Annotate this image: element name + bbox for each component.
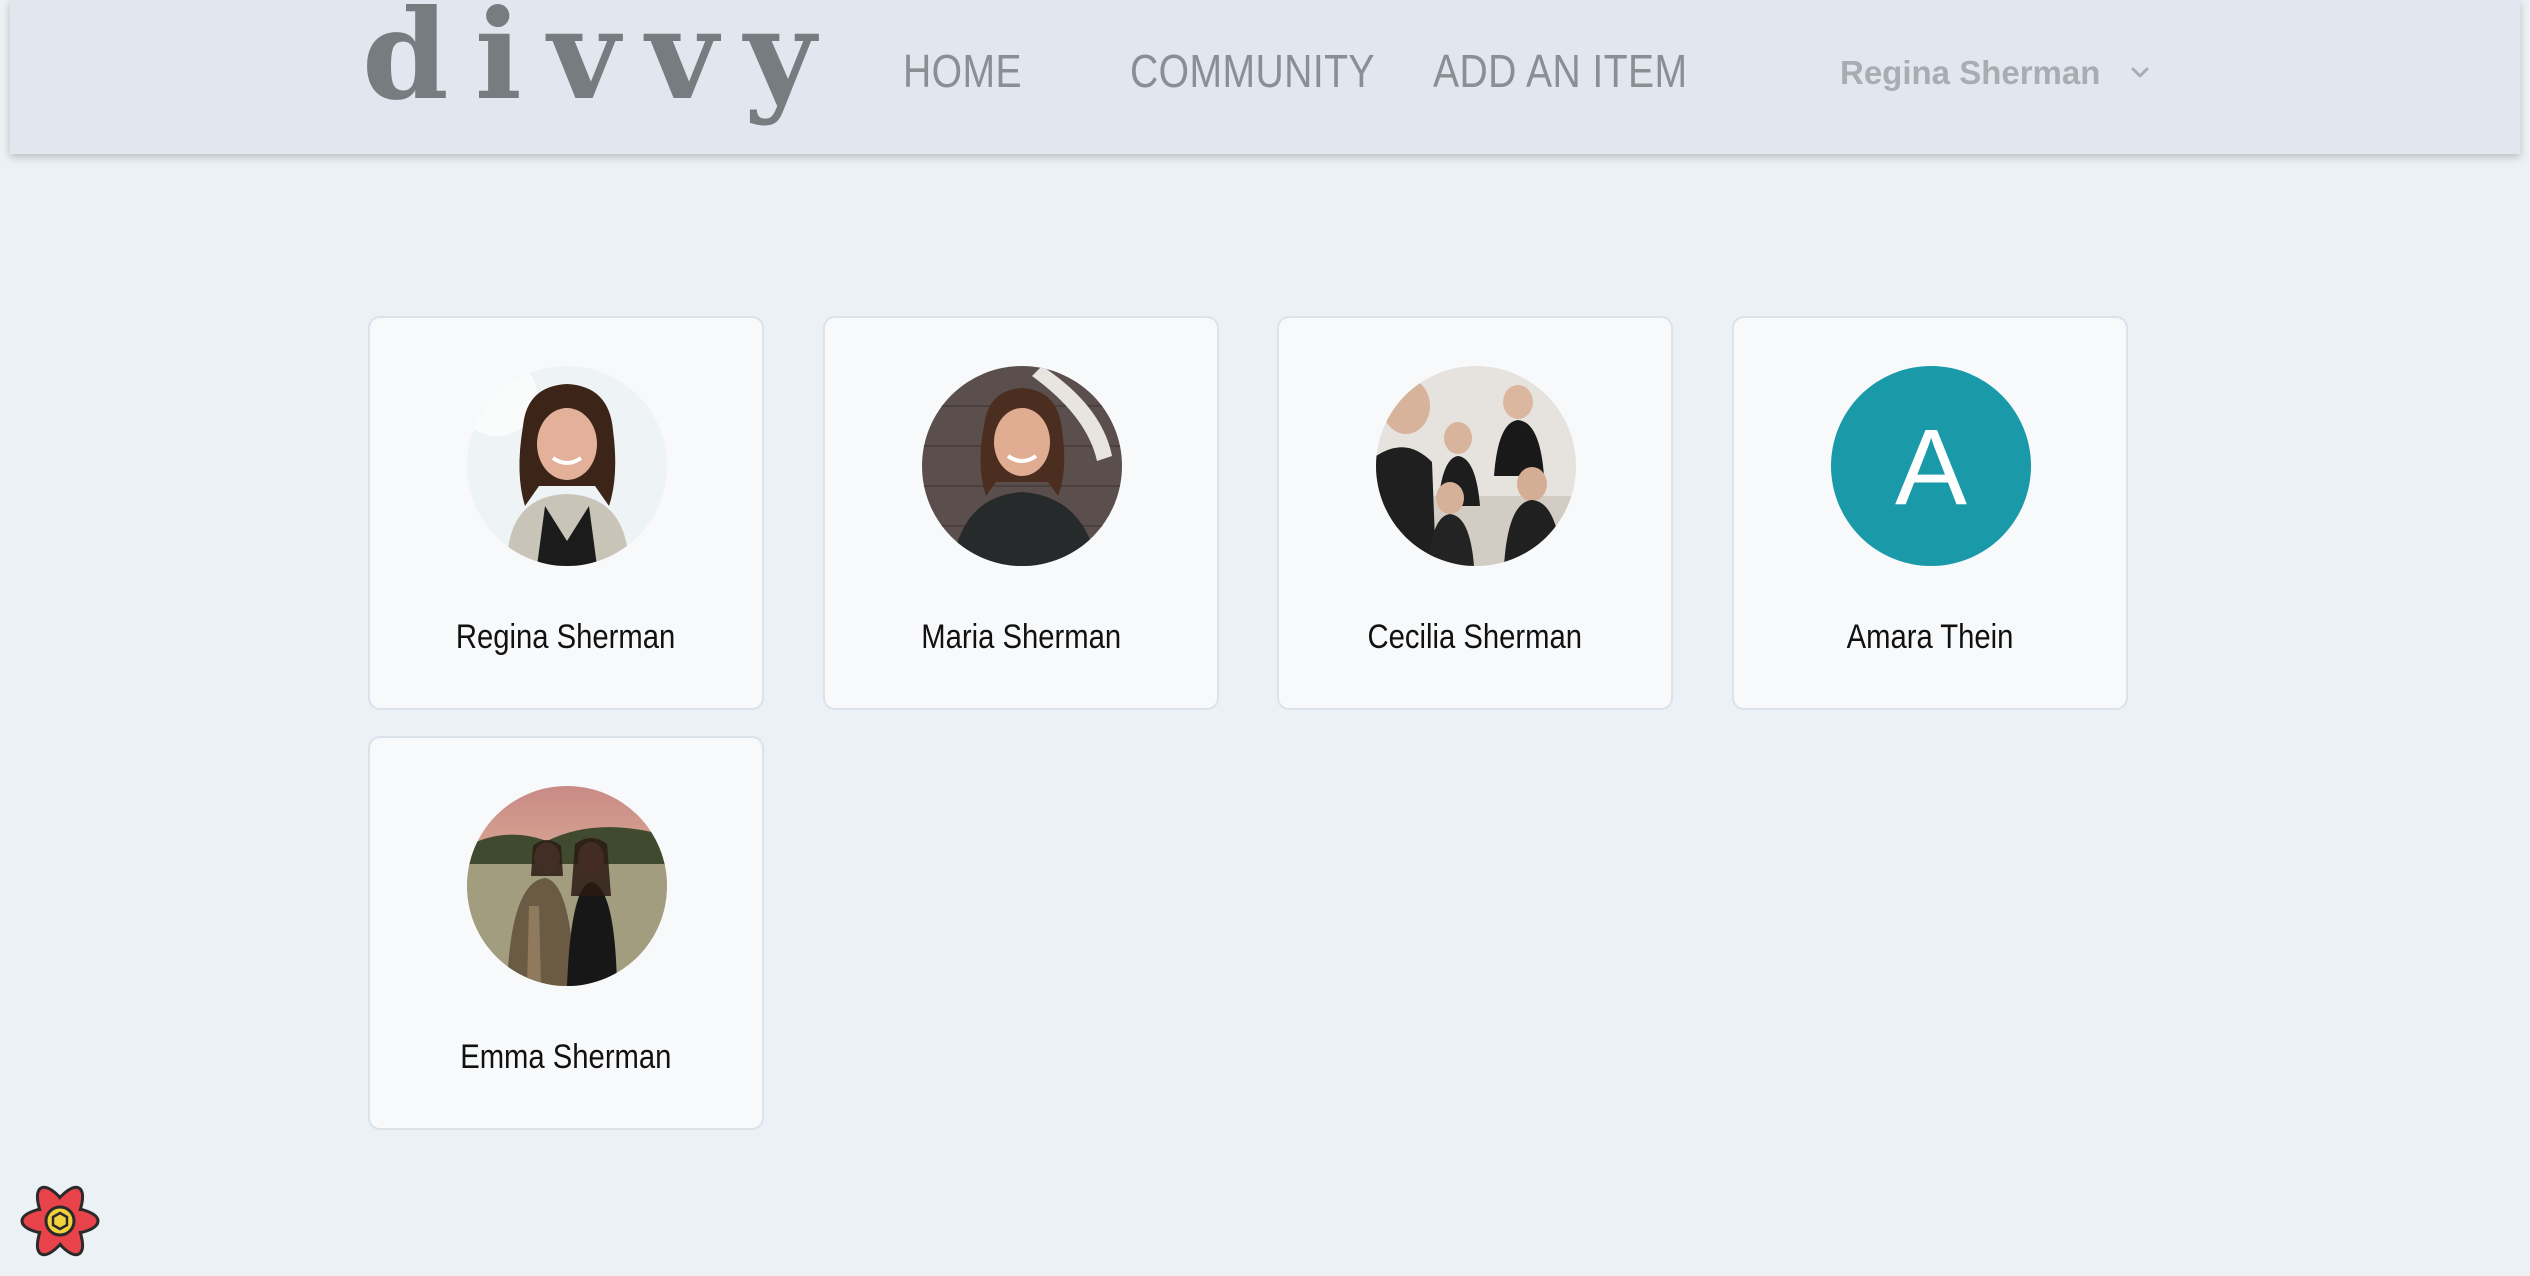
member-card-amara-thein[interactable]: A Amara Thein	[1732, 316, 2128, 710]
member-name: Regina Sherman	[456, 618, 676, 656]
react-devtools-icon[interactable]	[16, 1177, 104, 1265]
top-navigation-bar: divvy HOME COMMUNITY ADD AN ITEM Regina …	[10, 0, 2520, 154]
nav-community-link[interactable]: COMMUNITY	[1130, 44, 1375, 98]
avatar-initial: A	[1894, 405, 1968, 527]
user-menu-name: Regina Sherman	[1840, 54, 2101, 91]
avatar	[467, 786, 667, 986]
member-name: Maria Sherman	[921, 618, 1121, 656]
avatar	[922, 366, 1122, 566]
member-name: Amara Thein	[1846, 618, 2014, 656]
member-card-maria-sherman[interactable]: Maria Sherman	[823, 316, 1219, 710]
member-card-emma-sherman[interactable]: Emma Sherman	[368, 736, 764, 1130]
member-name: Emma Sherman	[460, 1038, 672, 1076]
member-card-regina-sherman[interactable]: Regina Sherman	[368, 316, 764, 710]
nav-add-item-link[interactable]: ADD AN ITEM	[1433, 44, 1688, 98]
avatar	[467, 366, 667, 566]
member-name: Cecilia Sherman	[1367, 618, 1583, 656]
member-card-cecilia-sherman[interactable]: Cecilia Sherman	[1277, 316, 1673, 710]
avatar	[1376, 366, 1576, 566]
user-menu-dropdown[interactable]: Regina Sherman	[1840, 54, 2156, 92]
nav-home-link[interactable]: HOME	[903, 44, 1022, 98]
avatar: A	[1831, 366, 2031, 566]
divvy-logo[interactable]: divvy	[362, 0, 842, 118]
chevron-down-icon	[2124, 61, 2156, 85]
